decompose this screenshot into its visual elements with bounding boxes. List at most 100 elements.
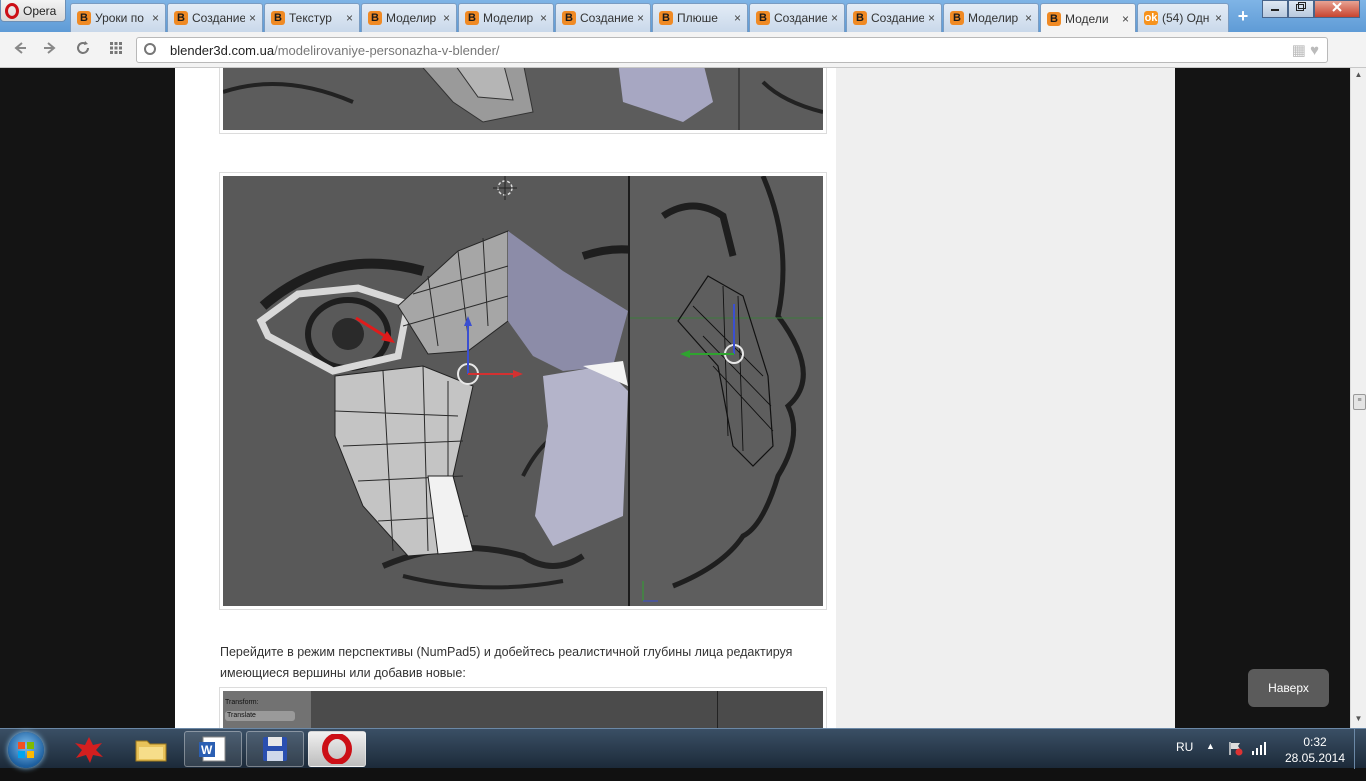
- article-image-previous: [219, 68, 827, 134]
- language-indicator[interactable]: RU: [1176, 740, 1193, 780]
- close-tab-icon[interactable]: ×: [346, 11, 353, 25]
- folder-icon: [135, 740, 167, 762]
- opera-logo-icon: [5, 2, 19, 19]
- scroll-thumb[interactable]: ≡: [1353, 394, 1366, 410]
- article-image-next: Transform: Translate: [219, 687, 827, 728]
- article-image-main: [219, 172, 827, 610]
- tab-10[interactable]: B Моделир ×: [943, 3, 1039, 32]
- tab-5[interactable]: B Моделир ×: [458, 3, 554, 32]
- page-viewport: Перейдите в режим перспективы (NumPad5) …: [0, 68, 1350, 728]
- tab-title: Создание: [774, 11, 827, 25]
- close-tab-icon[interactable]: ×: [1215, 11, 1222, 25]
- close-tab-icon[interactable]: ×: [443, 11, 450, 25]
- back-to-top-button[interactable]: Наверх: [1248, 669, 1329, 707]
- close-tab-icon[interactable]: ×: [831, 11, 838, 25]
- browser-toolbar: blender3d.com.ua/modelirovaniye-personaz…: [0, 32, 1366, 89]
- close-tab-icon[interactable]: ×: [734, 11, 741, 25]
- face-mesh-illustration: [223, 68, 823, 130]
- tab-title: Моделир: [483, 11, 534, 25]
- address-bar[interactable]: blender3d.com.ua/modelirovaniye-personaz…: [136, 37, 1328, 63]
- tab-8[interactable]: B Создание ×: [749, 3, 845, 32]
- blender-screenshot-previous: [223, 68, 823, 130]
- taskbar-app-opera[interactable]: [308, 731, 366, 767]
- show-hidden-icons-button[interactable]: ▲: [1206, 741, 1215, 781]
- minimize-window-button[interactable]: [1262, 0, 1288, 18]
- blender-icon: B: [368, 11, 382, 25]
- taskbar-app-paint[interactable]: [60, 731, 118, 767]
- tab-9[interactable]: B Создание ×: [846, 3, 942, 32]
- tab-7[interactable]: B Плюше ×: [652, 3, 748, 32]
- close-tab-icon[interactable]: ×: [1025, 11, 1032, 25]
- tab-4[interactable]: B Моделир ×: [361, 3, 457, 32]
- new-tab-button[interactable]: +: [1232, 6, 1254, 26]
- scroll-up-icon[interactable]: ▲: [1351, 70, 1366, 79]
- maximize-window-button[interactable]: [1288, 0, 1314, 18]
- close-tab-icon[interactable]: ×: [540, 11, 547, 25]
- heart-bookmark-icon[interactable]: ♥: [1310, 42, 1319, 59]
- tab-title: Уроки по: [95, 11, 144, 25]
- close-tab-icon[interactable]: ×: [1122, 12, 1129, 26]
- start-button[interactable]: [8, 732, 44, 768]
- address-bar-actions: ▦ ♥: [1292, 41, 1319, 59]
- page-sidebar: [836, 68, 1175, 728]
- close-tab-icon[interactable]: ×: [637, 11, 644, 25]
- blender-icon: B: [853, 11, 867, 25]
- page-scrollbar[interactable]: ▲ ≡ ▼: [1350, 68, 1366, 728]
- opera-icon: [322, 734, 352, 764]
- close-tab-icon[interactable]: ×: [928, 11, 935, 25]
- blender-screenshot-next: Transform: Translate: [223, 691, 823, 728]
- scroll-down-icon[interactable]: ▼: [1351, 714, 1366, 723]
- reload-icon: [77, 41, 89, 54]
- tab-2[interactable]: B Создание ×: [167, 3, 263, 32]
- close-tab-icon[interactable]: ×: [249, 11, 256, 25]
- back-button[interactable]: [10, 40, 30, 60]
- stash-icon[interactable]: ▦: [1292, 42, 1306, 59]
- tab-title: Модели: [1065, 11, 1109, 26]
- signal-bars-icon: [1252, 742, 1266, 755]
- taskbar-app-word[interactable]: W: [184, 731, 242, 767]
- tab-3[interactable]: B Текстур ×: [264, 3, 360, 32]
- tab-12[interactable]: ok (54) Одн ×: [1137, 3, 1229, 32]
- tab-11-active[interactable]: B Модели ×: [1040, 3, 1136, 33]
- windows-taskbar: W RU ▲ 0:32 28.05.2014: [0, 728, 1366, 769]
- transform-panel: Transform: Translate: [223, 691, 311, 728]
- arrow-right-icon: [44, 42, 56, 54]
- clock-date: 28.05.2014: [1284, 751, 1346, 765]
- close-tab-icon[interactable]: ×: [152, 11, 159, 25]
- url-domain: blender3d.com.ua: [170, 43, 275, 58]
- translate-field: Translate: [225, 711, 295, 721]
- taskbar-app-explorer[interactable]: [122, 731, 180, 767]
- article-paragraph: Перейдите в режим перспективы (NumPad5) …: [220, 644, 793, 680]
- tab-title: Моделир: [968, 11, 1019, 25]
- tab-title: (54) Одн: [1162, 11, 1210, 25]
- tab-title: Создание: [871, 11, 924, 25]
- tab-1[interactable]: B Уроки по ×: [70, 3, 166, 32]
- reload-button[interactable]: [73, 40, 93, 60]
- transform-panel-title: Transform:: [225, 699, 259, 706]
- forward-button[interactable]: [40, 40, 60, 60]
- system-clock[interactable]: 0:32 28.05.2014: [1284, 734, 1346, 766]
- opera-menu-button[interactable]: Opera: [0, 0, 66, 22]
- minimize-icon: [1271, 9, 1279, 11]
- flag-warning-icon: [1229, 742, 1243, 756]
- tab-title: Плюше: [677, 11, 718, 25]
- site-info-icon[interactable]: [144, 43, 156, 55]
- taskbar-app-save[interactable]: [246, 731, 304, 767]
- tab-title: Текстур: [289, 11, 332, 25]
- blender-icon: B: [465, 11, 479, 25]
- tab-6[interactable]: B Создание ×: [555, 3, 651, 32]
- blender-screenshot-face-mesh: [223, 176, 823, 606]
- show-desktop-button[interactable]: [1354, 729, 1366, 769]
- tab-title: Создание: [580, 11, 633, 25]
- address-url[interactable]: blender3d.com.ua/modelirovaniye-personaz…: [170, 43, 500, 58]
- action-center-icon[interactable]: [1227, 740, 1243, 780]
- url-path: /modelirovaniye-personazha-v-blender/: [274, 43, 500, 58]
- grid-icon: [110, 42, 122, 54]
- network-icon[interactable]: [1251, 740, 1267, 780]
- speed-dial-button[interactable]: [106, 40, 126, 60]
- restore-icon: [1296, 2, 1306, 11]
- close-window-button[interactable]: [1314, 0, 1360, 18]
- blender-icon: B: [1047, 11, 1061, 26]
- windows-logo-icon: [18, 742, 34, 758]
- close-icon: [1332, 2, 1342, 12]
